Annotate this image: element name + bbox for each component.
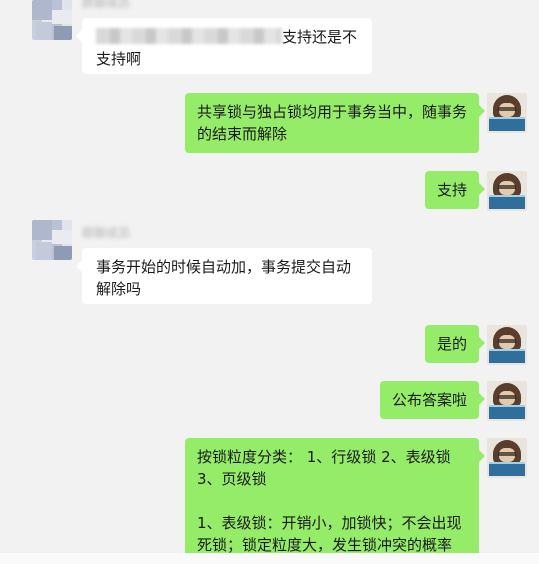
message-bubble-sent[interactable]: 按锁粒度分类： 1、行级锁 2、表级锁 3、页级锁 1、表级锁：开销小，加锁快；… (185, 438, 485, 564)
self-avatar[interactable] (487, 438, 527, 478)
message-text: 是的 (436, 335, 467, 353)
message-paragraph: 按锁粒度分类： 1、行级锁 2、表级锁 3、页级锁 (197, 448, 451, 488)
self-avatar[interactable] (487, 171, 527, 211)
self-avatar[interactable] (487, 325, 527, 365)
sender-avatar[interactable] (32, 0, 72, 40)
message-bubble-sent[interactable]: 共享锁与独占锁均用于事务当中，随事务的结束而解除 (185, 93, 485, 153)
bottom-edge (0, 553, 539, 564)
self-avatar[interactable] (487, 381, 527, 421)
chat-message-list[interactable]: 群聊成员 支持还是不支持啊 共享锁与独占锁均用于事务当中，随事务的结束而解除 支… (0, 0, 539, 564)
message-bubble-received[interactable]: 支持还是不支持啊 (76, 18, 372, 74)
self-avatar[interactable] (487, 93, 527, 133)
message-text: 公布答案啦 (391, 391, 467, 409)
sender-name: 群聊成员 (82, 0, 131, 10)
message-text: 共享锁与独占锁均用于事务当中，随事务的结束而解除 (197, 103, 468, 143)
message-bubble-sent[interactable]: 支持 (424, 171, 486, 209)
redacted-text (96, 28, 282, 44)
message-text: 事务开始的时候自动加，事务提交自动解除吗 (96, 258, 352, 298)
message-bubble-sent[interactable]: 公布答案啦 (379, 381, 486, 419)
message-bubble-sent[interactable]: 是的 (424, 325, 486, 363)
sender-avatar[interactable] (32, 220, 72, 260)
message-text: 支持 (436, 181, 467, 199)
message-paragraph: 1、表级锁：开销小，加锁快；不会出现死锁；锁定粒度大，发生锁冲突的概率 (197, 514, 462, 554)
sender-name: 群聊成员 (82, 226, 131, 240)
message-bubble-received[interactable]: 事务开始的时候自动加，事务提交自动解除吗 (76, 248, 372, 304)
